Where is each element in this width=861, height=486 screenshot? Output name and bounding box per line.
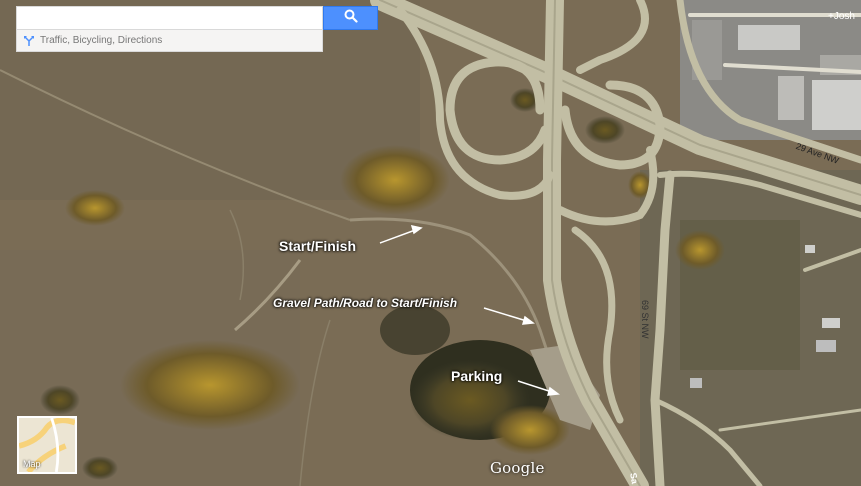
satellite-map[interactable] xyxy=(0,0,861,486)
search-input[interactable] xyxy=(17,7,322,29)
directions-icon xyxy=(23,35,35,47)
map-view-toggle[interactable]: Map xyxy=(17,416,77,474)
user-account-link[interactable]: +Josh xyxy=(828,11,855,22)
google-logo: Google xyxy=(490,459,545,477)
gravel-path-label: Gravel Path/Road to Start/Finish xyxy=(273,296,458,310)
search-box[interactable] xyxy=(16,6,323,30)
search-button[interactable] xyxy=(323,6,378,30)
parking-label: Parking xyxy=(451,368,503,384)
road-label-partial: Sa xyxy=(628,472,640,485)
start-finish-label: Start/Finish xyxy=(279,238,357,254)
directions-bar[interactable]: Traffic, Bicycling, Directions xyxy=(16,30,323,52)
map-toggle-label: Map xyxy=(23,459,41,469)
search-icon xyxy=(344,9,358,28)
road-label-69-st: 69 St NW xyxy=(640,300,650,339)
directions-label: Traffic, Bicycling, Directions xyxy=(40,35,163,46)
